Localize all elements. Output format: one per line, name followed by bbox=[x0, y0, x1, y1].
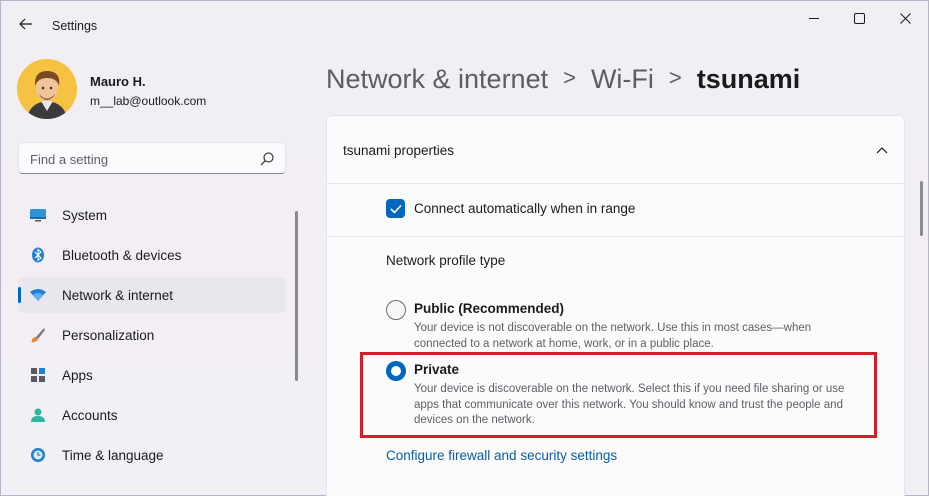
page-title: tsunami bbox=[696, 63, 801, 94]
sidebar-item-system[interactable]: System bbox=[18, 197, 286, 233]
brush-icon bbox=[29, 327, 47, 343]
person-icon bbox=[29, 407, 47, 423]
user-email: m__lab@outlook.com bbox=[90, 94, 207, 108]
collapse-button[interactable] bbox=[874, 142, 890, 158]
user-profile[interactable]: Mauro H. m__lab@outlook.com bbox=[17, 59, 287, 121]
sidebar-item-bluetooth[interactable]: Bluetooth & devices bbox=[18, 237, 286, 273]
network-profile-type-label: Network profile type bbox=[386, 253, 506, 268]
maximize-button[interactable] bbox=[841, 6, 877, 30]
sidebar-item-personalization[interactable]: Personalization bbox=[18, 317, 286, 353]
chevron-up-icon bbox=[876, 147, 888, 154]
sidebar-nav: System Bluetooth & devices Network & int… bbox=[18, 197, 286, 477]
minimize-icon bbox=[808, 17, 819, 19]
breadcrumb-separator: > bbox=[563, 65, 576, 90]
sidebar-item-label: Apps bbox=[62, 368, 93, 383]
selected-indicator bbox=[18, 287, 21, 303]
close-button[interactable] bbox=[887, 6, 923, 30]
breadcrumb-network[interactable]: Network & internet bbox=[326, 64, 548, 95]
firewall-settings-link[interactable]: Configure firewall and security settings bbox=[386, 448, 617, 463]
sidebar-item-apps[interactable]: Apps bbox=[18, 357, 286, 393]
apps-icon bbox=[29, 367, 47, 383]
back-button[interactable] bbox=[13, 11, 39, 37]
properties-title: tsunami properties bbox=[343, 143, 455, 158]
search-placeholder: Find a setting bbox=[30, 152, 109, 167]
avatar bbox=[17, 59, 77, 119]
breadcrumb: Network & internet > Wi-Fi > tsunami bbox=[326, 59, 800, 99]
minimize-button[interactable] bbox=[796, 6, 832, 30]
sidebar-item-time-language[interactable]: Time & language bbox=[18, 437, 286, 473]
arrow-left-icon bbox=[19, 18, 32, 30]
sidebar-item-network[interactable]: Network & internet bbox=[18, 277, 286, 313]
breadcrumb-separator: > bbox=[668, 65, 682, 90]
sidebar-item-label: Time & language bbox=[62, 448, 164, 463]
connect-auto-row: Connect automatically when in range bbox=[327, 185, 904, 237]
sidebar-item-accounts[interactable]: Accounts bbox=[18, 397, 286, 433]
maximize-icon bbox=[853, 12, 865, 24]
checkmark-icon bbox=[389, 204, 402, 214]
globe-clock-icon bbox=[29, 447, 47, 463]
main-scrollbar[interactable] bbox=[920, 181, 923, 236]
bluetooth-icon bbox=[29, 247, 47, 263]
sidebar-scrollbar[interactable] bbox=[295, 211, 298, 381]
breadcrumb-wifi[interactable]: Wi-Fi bbox=[591, 64, 654, 95]
sidebar-item-label: Network & internet bbox=[62, 288, 174, 303]
search-icon bbox=[260, 152, 274, 166]
close-icon bbox=[899, 12, 911, 24]
avatar-icon bbox=[17, 59, 77, 119]
sidebar-item-label: Personalization bbox=[62, 328, 155, 343]
connect-auto-checkbox[interactable] bbox=[386, 199, 405, 218]
public-description: Your device is not discoverable on the n… bbox=[414, 322, 812, 350]
public-title: Public (Recommended) bbox=[414, 301, 565, 316]
properties-header[interactable]: tsunami properties bbox=[327, 116, 904, 184]
monitor-icon bbox=[29, 207, 47, 223]
sidebar-item-label: Bluetooth & devices bbox=[62, 248, 182, 263]
connect-auto-label: Connect automatically when in range bbox=[414, 201, 636, 216]
sidebar-item-label: Accounts bbox=[62, 408, 118, 423]
properties-card: tsunami properties Connect automatically… bbox=[326, 115, 905, 496]
public-radio[interactable] bbox=[386, 300, 406, 320]
search-input[interactable]: Find a setting bbox=[18, 142, 286, 174]
title-bar: Settings bbox=[1, 1, 929, 49]
private-highlight-box bbox=[360, 352, 877, 438]
user-name: Mauro H. bbox=[90, 74, 146, 89]
sidebar-item-label: System bbox=[62, 208, 108, 223]
wifi-icon bbox=[29, 287, 47, 303]
app-title: Settings bbox=[52, 19, 98, 33]
